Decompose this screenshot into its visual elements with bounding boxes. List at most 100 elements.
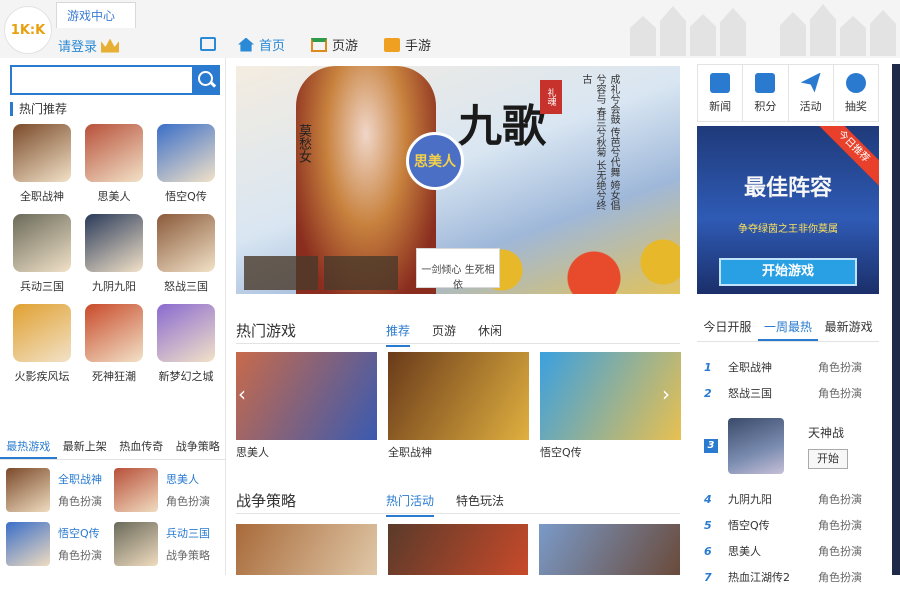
- hot-game-thumb[interactable]: [13, 214, 71, 272]
- game-card-name[interactable]: 悟空Q传: [540, 444, 681, 460]
- list-item-thumb[interactable]: [114, 522, 158, 566]
- sidebar-tab[interactable]: 战争策略: [170, 436, 227, 459]
- rank-tab[interactable]: 最新游戏: [818, 316, 879, 341]
- game-card-image[interactable]: [236, 352, 377, 440]
- section-tab[interactable]: 推荐: [386, 322, 411, 347]
- login-link[interactable]: 请登录: [58, 36, 120, 55]
- tab-game-center[interactable]: 游戏中心: [56, 2, 136, 28]
- list-item-name[interactable]: 兵动三国: [166, 525, 210, 541]
- rank-row[interactable]: 6 思美人 角色扮演: [704, 538, 874, 564]
- hot-game-name[interactable]: 火影疾风坛: [15, 368, 70, 384]
- next-arrow-icon[interactable]: ›: [662, 382, 676, 406]
- hot-game-item[interactable]: 火影疾风坛: [6, 304, 78, 384]
- list-item[interactable]: 思美人 角色扮演: [114, 468, 222, 512]
- hot-game-thumb[interactable]: [13, 304, 71, 362]
- promo-start-button[interactable]: 开始游戏: [719, 258, 857, 286]
- id-card-icon[interactable]: [200, 37, 216, 51]
- hot-game-thumb[interactable]: [157, 304, 215, 362]
- nav-webgame[interactable]: 页游: [311, 35, 358, 54]
- hot-game-name[interactable]: 九阴九阳: [92, 278, 136, 294]
- hot-game-thumb[interactable]: [157, 124, 215, 182]
- war-game-image[interactable]: [539, 524, 681, 575]
- rank-feature-start-button[interactable]: 开始: [808, 448, 848, 469]
- hot-game-item[interactable]: 新梦幻之城: [150, 304, 222, 384]
- rank-row[interactable]: 4 九阴九阳 角色扮演: [704, 486, 874, 512]
- hot-game-thumb[interactable]: [13, 124, 71, 182]
- list-item-name[interactable]: 悟空Q传: [58, 525, 102, 541]
- rank-feature-image[interactable]: [728, 418, 784, 474]
- sidebar-tab[interactable]: 热血传奇: [113, 436, 170, 459]
- nav-home[interactable]: 首页: [238, 35, 285, 54]
- main-banner[interactable]: 莫愁女 思美人 九歌 礼魂 成礼兮会鼓 传芭兮代舞 姱女倡兮容与 春兰兮秋菊 长…: [236, 66, 680, 294]
- hot-game-item[interactable]: 死神狂潮: [78, 304, 150, 384]
- hot-game-item[interactable]: 思美人: [78, 124, 150, 204]
- banner-thumb[interactable]: [324, 256, 398, 290]
- list-item-thumb[interactable]: [114, 468, 158, 512]
- section-tab[interactable]: 页游: [432, 322, 456, 347]
- rank-name[interactable]: 热血江湖传2: [728, 569, 818, 585]
- game-card-image[interactable]: [540, 352, 681, 440]
- sidebar-tab[interactable]: 最热游戏: [0, 436, 57, 459]
- hot-game-name[interactable]: 死神狂潮: [92, 368, 136, 384]
- rank-name[interactable]: 九阴九阳: [728, 491, 818, 507]
- prev-arrow-icon[interactable]: ‹: [238, 382, 252, 406]
- site-logo[interactable]: 1K:K: [4, 6, 52, 54]
- rank-name[interactable]: 全职战神: [728, 359, 818, 375]
- list-item-name[interactable]: 全职战神: [58, 471, 102, 487]
- search-input[interactable]: [10, 65, 192, 95]
- rank-name[interactable]: 悟空Q传: [728, 517, 818, 533]
- promo-banner[interactable]: 今日推荐 最佳阵容 争夺绿茵之王非你莫属 开始游戏: [697, 126, 879, 294]
- hot-game-thumb[interactable]: [85, 304, 143, 362]
- rank-tab[interactable]: 一周最热: [757, 316, 819, 341]
- list-item[interactable]: 兵动三国 战争策略: [114, 522, 222, 566]
- hot-game-item[interactable]: 九阴九阳: [78, 214, 150, 294]
- quick-link-4[interactable]: 抽奖: [834, 65, 878, 121]
- hot-game-item[interactable]: 兵动三国: [6, 214, 78, 294]
- hot-game-name[interactable]: 怒战三国: [164, 278, 208, 294]
- banner-thumb[interactable]: [244, 256, 318, 290]
- list-item-name[interactable]: 思美人: [166, 471, 210, 487]
- rank-name[interactable]: 思美人: [728, 543, 818, 559]
- rank-row[interactable]: 5 悟空Q传 角色扮演: [704, 512, 874, 538]
- war-game-image[interactable]: [236, 524, 377, 575]
- hot-game-name[interactable]: 全职战神: [20, 188, 64, 204]
- hot-game-name[interactable]: 兵动三国: [20, 278, 64, 294]
- hot-game-name[interactable]: 新梦幻之城: [159, 368, 214, 384]
- quick-link-3[interactable]: 活动: [789, 65, 834, 121]
- game-card-image[interactable]: [388, 352, 529, 440]
- war-game-image[interactable]: [387, 524, 529, 575]
- game-card[interactable]: 全职战神: [388, 352, 529, 460]
- rank-row[interactable]: 7 热血江湖传2 角色扮演: [704, 564, 874, 590]
- game-card[interactable]: 悟空Q传: [540, 352, 681, 460]
- rank-feature[interactable]: 3 天神战 开始: [704, 406, 874, 486]
- search-button[interactable]: [192, 65, 220, 95]
- hot-game-item[interactable]: 悟空Q传: [150, 124, 222, 204]
- login-label[interactable]: 请登录: [58, 36, 97, 55]
- rank-row[interactable]: 1 全职战神 角色扮演: [704, 354, 874, 380]
- hot-game-name[interactable]: 思美人: [98, 188, 131, 204]
- hot-game-thumb[interactable]: [157, 214, 215, 272]
- hot-game-item[interactable]: 怒战三国: [150, 214, 222, 294]
- rank-name[interactable]: 怒战三国: [728, 385, 818, 401]
- sidebar-tab[interactable]: 最新上架: [57, 436, 114, 459]
- quick-link-1[interactable]: 新闻: [698, 65, 744, 121]
- game-card-name[interactable]: 思美人: [236, 444, 377, 460]
- section-tab[interactable]: 特色玩法: [456, 492, 504, 517]
- game-card-name[interactable]: 全职战神: [388, 444, 529, 460]
- nav-mobile-game[interactable]: 手游: [384, 35, 431, 54]
- rank-tab[interactable]: 今日开服: [697, 316, 758, 341]
- list-item[interactable]: 悟空Q传 角色扮演: [6, 522, 114, 566]
- hot-game-thumb[interactable]: [85, 214, 143, 272]
- section-tab[interactable]: 热门活动: [386, 492, 435, 517]
- list-item-thumb[interactable]: [6, 468, 50, 512]
- list-item[interactable]: 全职战神 角色扮演: [6, 468, 114, 512]
- game-card[interactable]: 思美人: [236, 352, 377, 460]
- hot-game-item[interactable]: 全职战神: [6, 124, 78, 204]
- hot-game-thumb[interactable]: [85, 124, 143, 182]
- rank-tabs: 今日开服 一周最热 最新游戏: [697, 316, 879, 342]
- section-tab[interactable]: 休闲: [478, 322, 502, 347]
- hot-game-name[interactable]: 悟空Q传: [165, 188, 207, 204]
- list-item-thumb[interactable]: [6, 522, 50, 566]
- rank-row[interactable]: 2 怒战三国 角色扮演: [704, 380, 874, 406]
- quick-link-2[interactable]: 积分: [743, 65, 789, 121]
